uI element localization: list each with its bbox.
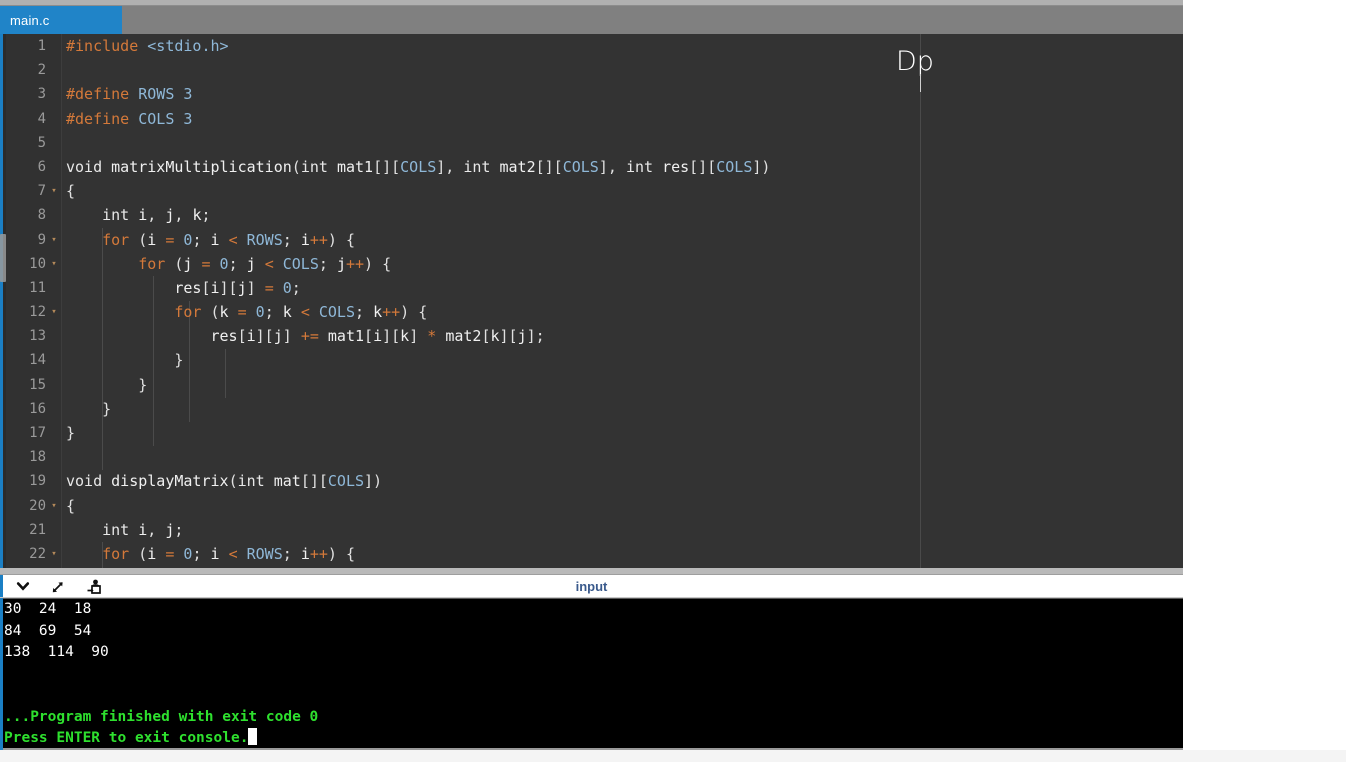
console-line: 138 114 90	[4, 644, 109, 660]
code-line: 9 ▾ for (i = 0; i < ROWS; i++) {	[0, 228, 1183, 252]
code-editor[interactable]: 1 #include <stdio.h> 2 3 #define ROWS 3 4 #def…	[0, 34, 1183, 568]
fold-toggle-icon[interactable]: ▾	[49, 228, 59, 252]
fold-toggle-icon[interactable]: ▾	[49, 252, 59, 276]
line-number: 15	[29, 376, 46, 393]
line-number: 9	[37, 231, 46, 248]
code-line: 7 ▾ {	[0, 179, 1183, 203]
code-line: 15 }	[0, 373, 1183, 397]
code-line-text: for (i = 0; i < ROWS; i++) {	[102, 230, 355, 249]
code-line: 12 ▾ for (k = 0; k < COLS; k++) {	[0, 300, 1183, 324]
code-line: 8 int i, j, k;	[0, 203, 1183, 227]
code-line: 14 }	[0, 348, 1183, 372]
code-line: 2	[0, 58, 1183, 82]
code-line-text: int i, j;	[102, 520, 184, 539]
line-number: 6	[37, 158, 46, 175]
console-line: 30 24 18	[4, 601, 92, 617]
code-line: 11 res[i][j] = 0;	[0, 276, 1183, 300]
code-line: 20 ▾ {	[0, 494, 1183, 518]
code-line-text: }	[66, 351, 184, 370]
code-line-text: #include <stdio.h>	[66, 37, 229, 55]
code-line-text: #define ROWS 3	[66, 85, 193, 104]
code-line-text: for (j = 0; j < COLS; j++) {	[138, 254, 392, 273]
editor-tab-bar: main.c	[0, 6, 1183, 34]
code-content[interactable]: 1 #include <stdio.h> 2 3 #define ROWS 3 4 #def…	[0, 34, 1183, 568]
code-line: 3 #define ROWS 3	[0, 82, 1183, 106]
code-line-text: }	[66, 399, 112, 418]
page-bottom-strip	[0, 750, 1346, 762]
console-line: ...Program finished with exit code 0	[4, 708, 319, 725]
tab-label: main.c	[10, 12, 50, 28]
code-line: 13 res[i][j] += mat1[i][k] * mat2[k][j];	[0, 324, 1183, 348]
code-line-text: for (k = 0; k < COLS; k++) {	[174, 303, 428, 322]
code-line-text: void displayMatrix(int mat[][COLS])	[66, 472, 383, 491]
console-cursor	[248, 728, 258, 745]
code-line: 18	[0, 445, 1183, 469]
code-line: 17}	[0, 421, 1183, 445]
line-number: 22	[29, 545, 46, 562]
code-line: 19 void displayMatrix(int mat[][COLS])	[0, 469, 1183, 493]
line-number: 21	[29, 521, 46, 538]
console-left-accent	[0, 598, 3, 750]
mouse-cursor-tail	[920, 74, 921, 92]
line-number: 11	[29, 279, 46, 296]
fold-toggle-icon[interactable]: ▾	[49, 542, 59, 566]
line-number: 4	[37, 110, 46, 127]
ide-window: main.c 1 #include <stdio.h> 2 3 #define ROWS…	[0, 0, 1346, 762]
line-number: 2	[37, 62, 46, 79]
code-line-text: int i, j, k;	[102, 206, 211, 225]
code-line: 5	[0, 131, 1183, 155]
line-number: 3	[37, 86, 46, 103]
line-number: 16	[29, 400, 46, 417]
code-line: 6 void matrixMultiplication(int mat1[][CO…	[0, 155, 1183, 179]
line-number: 10	[29, 255, 46, 272]
code-line-text: res[i][j] += mat1[i][k] * mat2[k][j];	[210, 327, 545, 346]
line-number: 13	[29, 328, 46, 345]
console-toolbar: input	[0, 574, 1183, 598]
code-line-text: {	[66, 496, 76, 515]
code-line-text: #define COLS 3	[66, 109, 193, 128]
line-number: 19	[29, 473, 46, 490]
fold-toggle-icon[interactable]: ▾	[49, 179, 59, 203]
code-line-text: void matrixMultiplication(int mat1[][COL…	[66, 157, 771, 176]
fold-toggle-icon[interactable]: ▾	[49, 494, 59, 518]
code-line-text: }	[66, 424, 76, 442]
line-number: 20	[29, 497, 46, 514]
line-number: 1	[37, 38, 46, 54]
console-toolbar-title: input	[575, 578, 608, 594]
console-line: Press ENTER to exit console.	[4, 728, 1183, 748]
fold-toggle-icon[interactable]: ▾	[49, 300, 59, 324]
line-number: 5	[37, 134, 46, 151]
console-line: 84 69 54	[4, 622, 92, 639]
line-number: 12	[29, 304, 46, 321]
code-line: 1 #include <stdio.h>	[0, 34, 1183, 58]
code-line: 21 int i, j;	[0, 518, 1183, 542]
code-line: 10 ▾ for (j = 0; j < COLS; j++) {	[0, 252, 1183, 276]
code-line: 22 ▾ for (i = 0; i < ROWS; i++) {	[0, 542, 1183, 566]
line-number: 7	[37, 183, 46, 200]
code-line: 4 #define COLS 3	[0, 107, 1183, 131]
line-number: 17	[29, 425, 46, 441]
console-output[interactable]: 30 24 18 84 69 54 138 114 90 ...Program fin…	[0, 598, 1183, 748]
line-number: 8	[37, 207, 46, 224]
tab-main-c[interactable]: main.c	[0, 6, 122, 34]
code-line-text: }	[66, 375, 148, 394]
code-line-text: res[i][j] = 0;	[174, 278, 301, 297]
line-number: 14	[29, 352, 46, 369]
code-line-text: {	[66, 182, 76, 201]
code-line-text: for (i = 0; i < ROWS; i++) {	[102, 544, 355, 563]
code-line: 16 }	[0, 397, 1183, 421]
line-number: 18	[29, 449, 46, 466]
